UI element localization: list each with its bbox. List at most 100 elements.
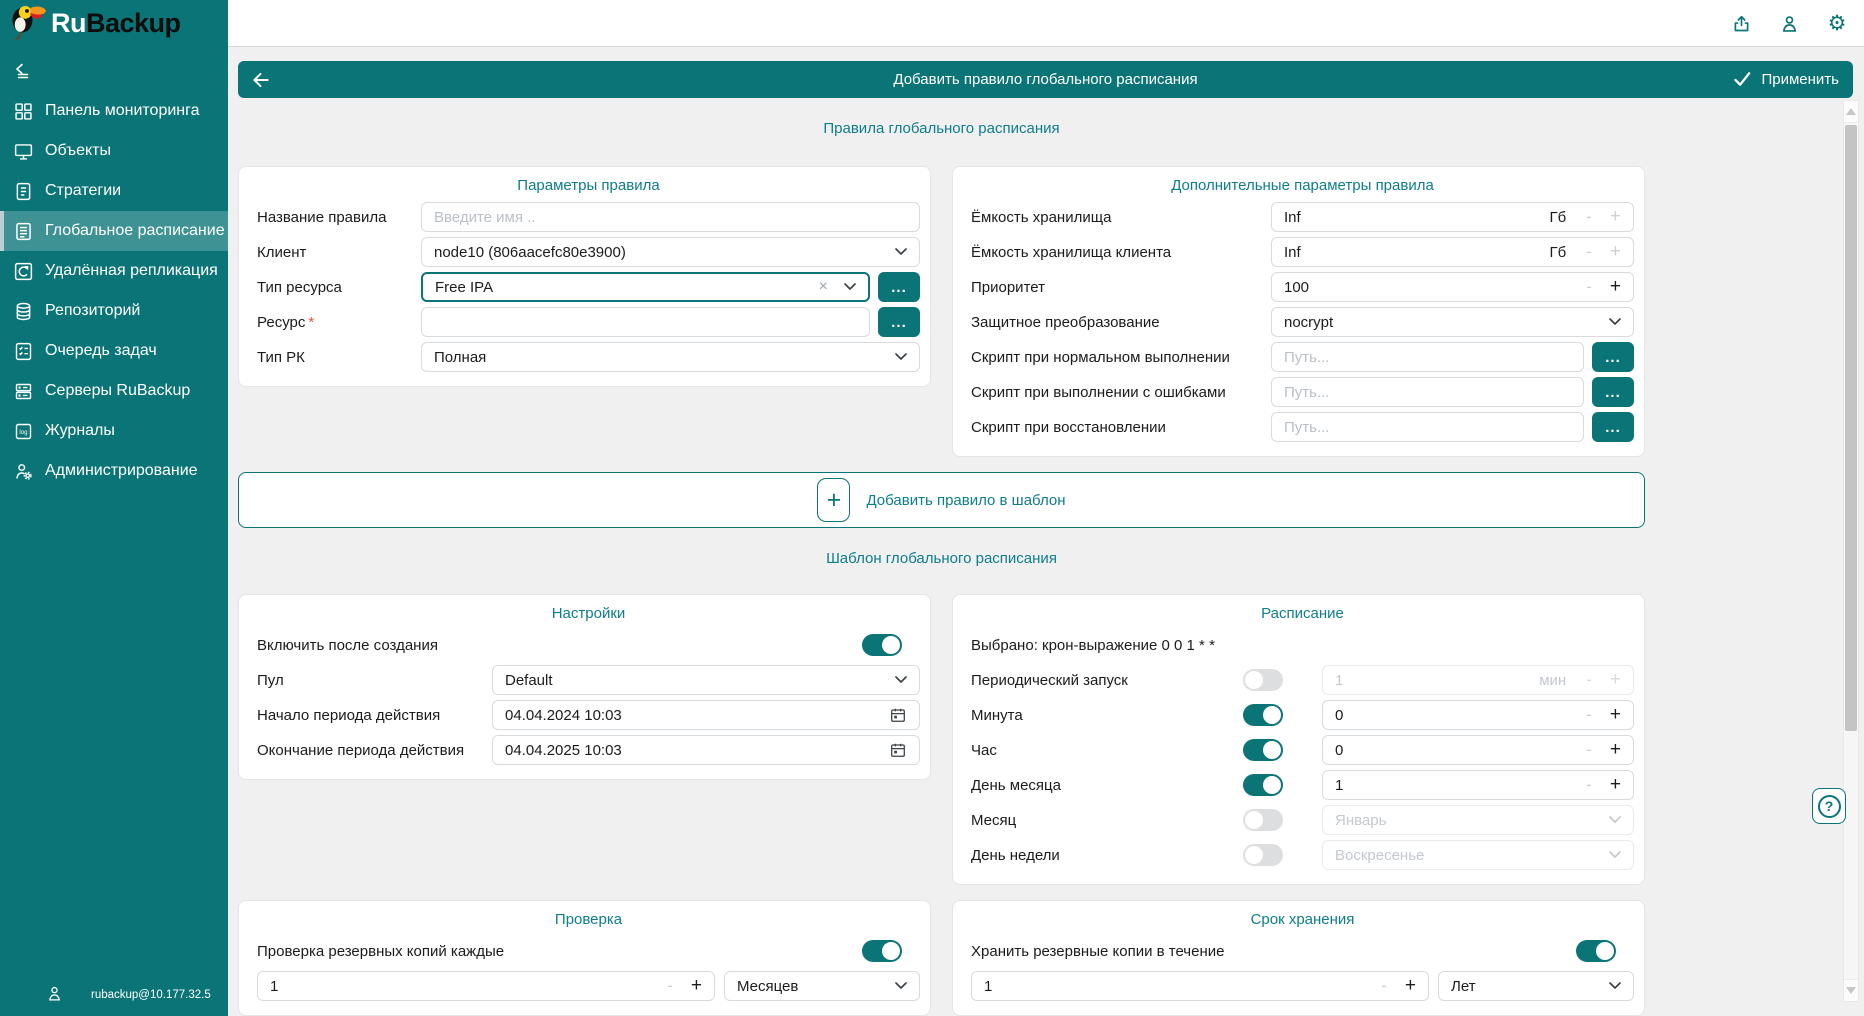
- increment-button[interactable]: +: [1610, 774, 1621, 796]
- help-button[interactable]: ?: [1812, 788, 1846, 824]
- decrement-button[interactable]: -: [1381, 976, 1387, 996]
- resource-type-browse-button[interactable]: ...: [878, 272, 920, 302]
- schedule-rule-form: Правила глобального расписания Параметры…: [238, 120, 1645, 1016]
- periodic-run-toggle[interactable]: [1243, 669, 1283, 691]
- sidebar-item-repository[interactable]: Репозиторий: [0, 291, 228, 331]
- increment-button[interactable]: +: [1405, 975, 1416, 997]
- resource-input[interactable]: [421, 307, 870, 337]
- day-of-month-stepper[interactable]: 1 - +: [1322, 770, 1634, 800]
- unit-label: Гб: [1550, 244, 1567, 261]
- resource-type-combobox[interactable]: Free IPA ×: [421, 272, 870, 302]
- script-err-input[interactable]: [1271, 377, 1584, 407]
- user-session[interactable]: rubackup@10.177.32.5: [0, 974, 228, 1016]
- gear-icon[interactable]: ⚙: [1826, 12, 1848, 34]
- increment-button[interactable]: +: [691, 975, 702, 997]
- priority-label: Приоритет: [971, 279, 1271, 296]
- priority-stepper[interactable]: 100 - +: [1271, 272, 1634, 302]
- collapse-sidebar-icon[interactable]: [13, 61, 33, 81]
- decrement-button[interactable]: -: [1586, 207, 1592, 227]
- rubackup-app: RuBackup Панель мониторинга Объекты Стра…: [0, 0, 1864, 1016]
- resource-browse-button[interactable]: ...: [878, 307, 920, 337]
- increment-button[interactable]: +: [1610, 276, 1621, 298]
- sidebar-item-monitoring[interactable]: Панель мониторинга: [0, 91, 228, 131]
- sidebar-item-logs[interactable]: Журналы: [0, 411, 228, 451]
- decrement-button[interactable]: -: [1586, 705, 1592, 725]
- decrement-button[interactable]: -: [1586, 242, 1592, 262]
- increment-button[interactable]: +: [1610, 739, 1621, 761]
- rule-name-input[interactable]: [421, 202, 920, 232]
- clear-selection-icon[interactable]: ×: [819, 278, 828, 296]
- unit-label: мин: [1539, 672, 1566, 689]
- decrement-button[interactable]: -: [1586, 775, 1592, 795]
- sidebar-item-replication[interactable]: Удалённая репликация: [0, 251, 228, 291]
- day-of-month-label: День месяца: [971, 777, 1243, 794]
- replication-icon: [13, 261, 34, 282]
- weekday-label: День недели: [971, 847, 1243, 864]
- schedule-panel: Расписание Выбрано: крон-выражение 0 0 1…: [952, 594, 1645, 885]
- period-start-datetime[interactable]: 04.04.2024 10:03: [492, 700, 920, 730]
- account-icon[interactable]: [1778, 12, 1800, 34]
- verify-unit-select[interactable]: Месяцев: [724, 971, 920, 1001]
- admin-icon: [13, 461, 34, 482]
- client-capacity-stepper[interactable]: Inf Гб - +: [1271, 237, 1634, 267]
- script-restore-input[interactable]: [1271, 412, 1584, 442]
- script-ok-input[interactable]: [1271, 342, 1584, 372]
- client-select[interactable]: node10 (806aacefc80e3900): [421, 237, 920, 267]
- sidebar-item-label: Очередь задач: [45, 342, 157, 360]
- backup-type-select[interactable]: Полная: [421, 342, 920, 372]
- increment-button[interactable]: +: [1610, 704, 1621, 726]
- apply-button[interactable]: Применить: [1733, 70, 1839, 89]
- hour-stepper[interactable]: 0 - +: [1322, 735, 1634, 765]
- script-ok-browse-button[interactable]: ...: [1592, 342, 1634, 372]
- main-content: Добавить правило глобального расписания …: [228, 47, 1864, 1016]
- sidebar-item-tasks[interactable]: Очередь задач: [0, 331, 228, 371]
- add-rule-to-template-button[interactable]: + Добавить правило в шаблон: [238, 472, 1645, 528]
- schedule-icon: [13, 221, 34, 242]
- hour-toggle[interactable]: [1243, 739, 1283, 761]
- verify-toggle[interactable]: [862, 940, 902, 962]
- crypto-select[interactable]: nocrypt: [1271, 307, 1634, 337]
- decrement-button[interactable]: -: [667, 976, 673, 996]
- increment-button[interactable]: +: [1610, 241, 1621, 263]
- sidebar-item-label: Администрирование: [45, 462, 198, 480]
- day-of-month-toggle[interactable]: [1243, 774, 1283, 796]
- pool-select[interactable]: Default: [492, 665, 920, 695]
- retention-interval-stepper[interactable]: 1 - +: [971, 971, 1429, 1001]
- decrement-button[interactable]: -: [1586, 277, 1592, 297]
- retention-panel: Срок хранения Хранить резервные копии в …: [952, 900, 1645, 1016]
- sidebar-item-objects[interactable]: Объекты: [0, 131, 228, 171]
- script-err-browse-button[interactable]: ...: [1592, 377, 1634, 407]
- verify-interval-stepper[interactable]: 1 - +: [257, 971, 715, 1001]
- month-toggle[interactable]: [1243, 809, 1283, 831]
- capacity-stepper[interactable]: Inf Гб - +: [1271, 202, 1634, 232]
- calendar-icon[interactable]: [889, 741, 907, 759]
- upload-icon[interactable]: [1730, 12, 1752, 34]
- topbar: ⚙: [228, 0, 1864, 47]
- sidebar-item-label: Удалённая репликация: [45, 262, 218, 280]
- increment-button[interactable]: +: [1610, 206, 1621, 228]
- scroll-down-button[interactable]: [1844, 979, 1858, 1001]
- month-label: Месяц: [971, 812, 1243, 829]
- scrollbar-thumb[interactable]: [1845, 125, 1857, 731]
- decrement-button[interactable]: -: [1586, 740, 1592, 760]
- weekday-toggle[interactable]: [1243, 844, 1283, 866]
- cron-expression-text: Выбрано: крон-выражение 0 0 1 * *: [971, 630, 1634, 660]
- enable-after-create-toggle[interactable]: [862, 634, 902, 656]
- sidebar-item-admin[interactable]: Администрирование: [0, 451, 228, 491]
- crypto-label: Защитное преобразование: [971, 314, 1271, 331]
- script-restore-browse-button[interactable]: ...: [1592, 412, 1634, 442]
- chevron-down-icon: [844, 283, 856, 291]
- retention-unit-select[interactable]: Лет: [1438, 971, 1634, 1001]
- sidebar-item-strategies[interactable]: Стратегии: [0, 171, 228, 211]
- minute-stepper[interactable]: 0 - +: [1322, 700, 1634, 730]
- scroll-up-button[interactable]: [1844, 101, 1858, 123]
- logo[interactable]: RuBackup: [0, 0, 228, 47]
- minute-toggle[interactable]: [1243, 704, 1283, 726]
- sidebar-item-servers[interactable]: Серверы RuBackup: [0, 371, 228, 411]
- period-end-datetime[interactable]: 04.04.2025 10:03: [492, 735, 920, 765]
- vertical-scrollbar[interactable]: [1843, 100, 1859, 1002]
- retention-toggle[interactable]: [1576, 940, 1616, 962]
- sidebar-item-schedule[interactable]: Глобальное расписание: [0, 211, 228, 251]
- chevron-down-icon: [895, 676, 907, 684]
- calendar-icon[interactable]: [889, 706, 907, 724]
